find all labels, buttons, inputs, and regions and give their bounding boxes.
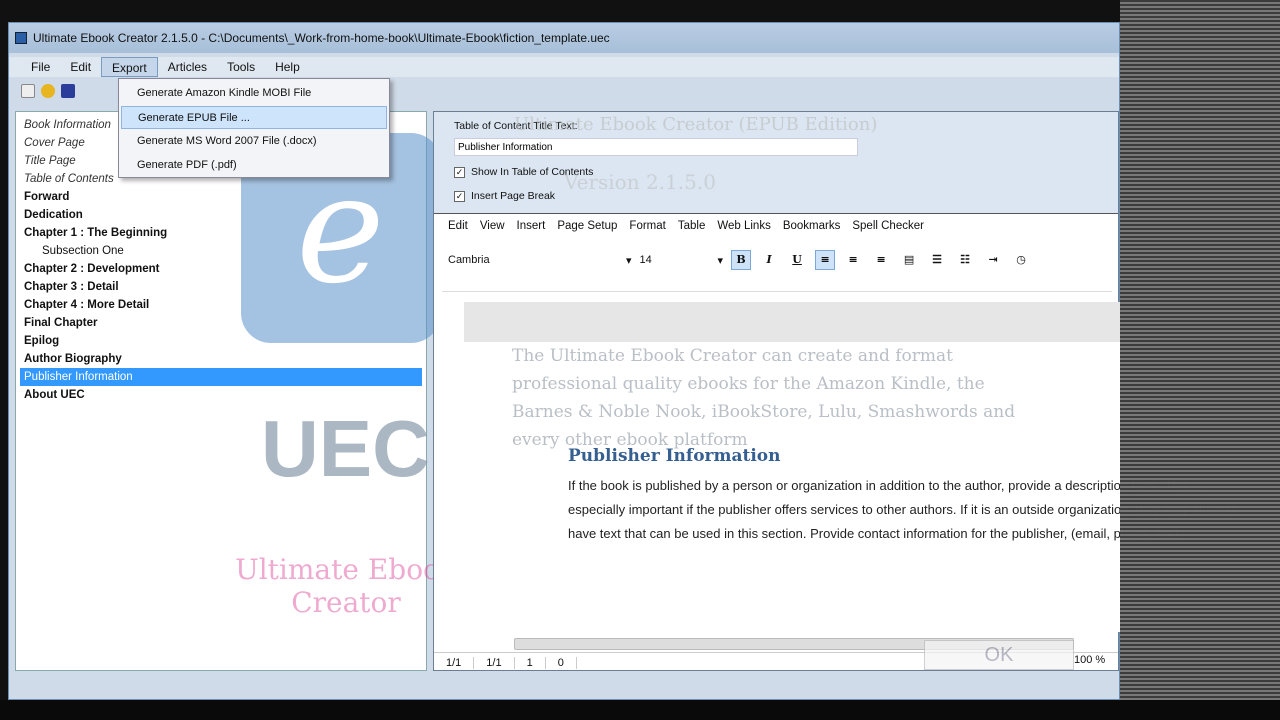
- insert-page-break-checkbox[interactable]: Insert Page Break: [471, 190, 555, 202]
- tab-bookmarks[interactable]: Bookmarks: [783, 220, 841, 232]
- menu-bar: File Edit Export Articles Tools Help: [9, 57, 1119, 77]
- save-icon[interactable]: [61, 84, 75, 98]
- export-dropdown-menu: Generate Amazon Kindle MOBI File Generat…: [118, 78, 390, 178]
- tree-item[interactable]: About UEC: [20, 386, 422, 404]
- tree-item[interactable]: Forward: [20, 188, 422, 206]
- app-icon: [15, 32, 27, 44]
- tree-item[interactable]: Chapter 3 : Detail: [20, 278, 422, 296]
- menu-export[interactable]: Export: [101, 57, 158, 77]
- menu-file[interactable]: File: [21, 57, 60, 77]
- title-bar: Ultimate Ebook Creator 2.1.5.0 - C:\Docu…: [9, 23, 1119, 53]
- clock-icon[interactable]: ◷: [1011, 250, 1031, 270]
- tab-page-setup[interactable]: Page Setup: [557, 220, 617, 232]
- editor-panel: Table of Content Title Text: ✓Show In Ta…: [433, 111, 1235, 671]
- format-toolbar: Cambria ▾ 14 ▾ B I U ≡ ≡ ≡ ▤ ☰ ☷ ⇥ ◷: [448, 248, 1108, 272]
- menu-item-epub[interactable]: Generate EPUB File ...: [121, 106, 387, 129]
- ruler[interactable]: [442, 278, 1112, 292]
- tree-item[interactable]: Chapter 4 : More Detail: [20, 296, 422, 314]
- align-right-icon[interactable]: ≡: [871, 250, 891, 270]
- tree-item-selected[interactable]: Publisher Information: [20, 368, 422, 386]
- font-size-select[interactable]: 14: [640, 254, 710, 266]
- tab-table[interactable]: Table: [678, 220, 706, 232]
- checkbox-checked-icon[interactable]: ✓: [454, 190, 465, 202]
- indent-icon[interactable]: ⇥: [983, 250, 1003, 270]
- tree-item[interactable]: Epilog: [20, 332, 422, 350]
- align-left-icon[interactable]: ≡: [815, 250, 836, 270]
- splash-ok-button[interactable]: OK: [924, 640, 1074, 670]
- bold-button[interactable]: B: [731, 250, 752, 270]
- tree-item[interactable]: Author Biography: [20, 350, 422, 368]
- status-column: 0: [546, 656, 577, 669]
- editor-tabs: Edit View Insert Page Setup Format Table…: [448, 220, 924, 232]
- numbered-list-icon[interactable]: ☰: [927, 250, 947, 270]
- section-heading: Publisher Information: [568, 446, 781, 466]
- align-center-icon[interactable]: ≡: [843, 250, 863, 270]
- tree-item[interactable]: Final Chapter: [20, 314, 422, 332]
- toolbar: [21, 81, 75, 101]
- splash-version: Version 2.1.5.0: [564, 170, 716, 194]
- tab-edit[interactable]: Edit: [448, 220, 468, 232]
- new-file-icon[interactable]: [21, 84, 35, 98]
- tab-spell-checker[interactable]: Spell Checker: [852, 220, 924, 232]
- menu-item-mobi[interactable]: Generate Amazon Kindle MOBI File: [121, 82, 387, 105]
- video-bottom-bar: [0, 700, 1280, 720]
- chevron-down-icon[interactable]: ▾: [626, 254, 632, 267]
- chevron-down-icon[interactable]: ▾: [718, 254, 724, 267]
- toc-title-input[interactable]: [454, 138, 858, 156]
- menu-edit[interactable]: Edit: [60, 57, 101, 77]
- tree-item[interactable]: Dedication: [20, 206, 422, 224]
- font-select[interactable]: Cambria: [448, 254, 618, 266]
- bullet-list-icon[interactable]: ☷: [955, 250, 975, 270]
- status-page: 1/1: [434, 656, 475, 669]
- menu-articles[interactable]: Articles: [158, 57, 217, 77]
- splash-title: Ultimate Ebook Creator (EPUB Edition): [514, 114, 878, 135]
- status-line: 1: [515, 656, 546, 669]
- zoom-level: 100 %: [1074, 654, 1106, 666]
- italic-button[interactable]: I: [759, 250, 779, 270]
- checkbox-checked-icon[interactable]: ✓: [454, 166, 465, 178]
- menu-item-pdf[interactable]: Generate PDF (.pdf): [121, 154, 387, 177]
- window-title: Ultimate Ebook Creator 2.1.5.0 - C:\Docu…: [33, 31, 610, 45]
- justify-icon[interactable]: ▤: [899, 250, 919, 270]
- desktop-background: [1120, 0, 1280, 720]
- menu-help[interactable]: Help: [265, 57, 310, 77]
- underline-button[interactable]: U: [787, 250, 807, 270]
- tree-item[interactable]: Subsection One: [20, 242, 422, 260]
- tree-item[interactable]: Chapter 1 : The Beginning: [20, 224, 422, 242]
- tab-web-links[interactable]: Web Links: [717, 220, 770, 232]
- document-page[interactable]: The Ultimate Ebook Creator can create an…: [464, 342, 1235, 632]
- tab-view[interactable]: View: [480, 220, 505, 232]
- tab-format[interactable]: Format: [629, 220, 665, 232]
- status-section: 1/1: [474, 656, 515, 669]
- tab-insert[interactable]: Insert: [517, 220, 546, 232]
- splash-blurb: The Ultimate Ebook Creator can create an…: [512, 346, 1016, 450]
- chapter-tree: Book Information Cover Page Title Page T…: [15, 111, 427, 671]
- tree-item[interactable]: Chapter 2 : Development: [20, 260, 422, 278]
- open-folder-icon[interactable]: [41, 84, 55, 98]
- page-margin: [464, 302, 1120, 342]
- menu-tools[interactable]: Tools: [217, 57, 265, 77]
- menu-item-docx[interactable]: Generate MS Word 2007 File (.docx): [121, 130, 387, 153]
